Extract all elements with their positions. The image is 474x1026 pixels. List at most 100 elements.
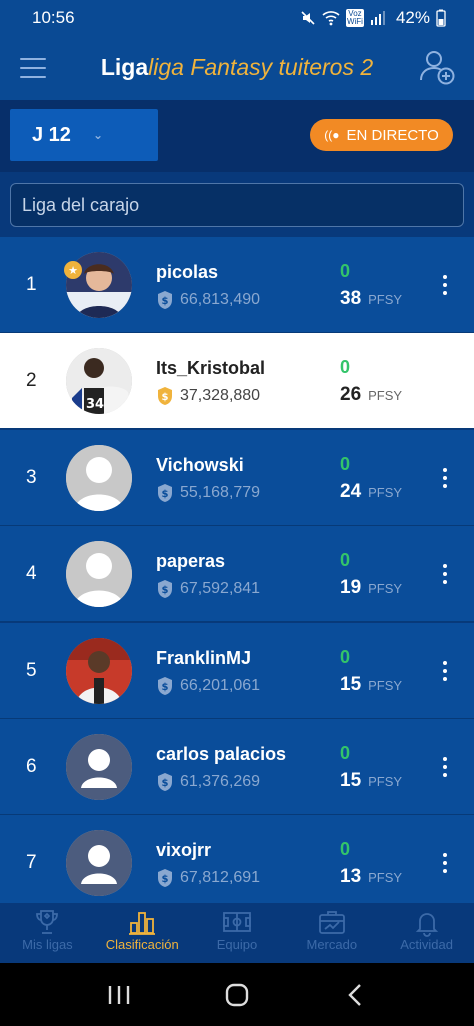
league-search-input[interactable] [10,183,464,227]
user-avatar[interactable] [66,541,132,608]
kebab-dot [443,580,447,585]
rank-number: 3 [26,466,37,488]
user-name: Its_Kristobal [156,358,266,379]
field-icon [222,907,252,937]
live-label: EN DIRECTO [346,126,439,144]
signal-icon [370,11,385,25]
app-header: Ligaliga Fantasy tuiteros 2 [0,36,474,100]
live-broadcast-icon: ((● [324,128,340,142]
status-time: 10:56 [32,8,75,27]
user-name: picolas [156,262,219,282]
round-points: 0 [340,839,351,860]
more-options-button[interactable] [440,463,450,493]
more-options-button[interactable] [440,559,450,589]
battery-icon [436,9,446,27]
league-name: liga Fantasy tuiteros 2 [148,54,374,80]
kebab-dot [443,275,447,279]
user-avatar[interactable]: 34 [66,348,132,415]
round-points: 0 [340,453,351,474]
money-shield-icon: $ [158,772,172,791]
chevron-down-icon: ⌄ [92,128,103,142]
team-value-amount: 61,376,269 [180,772,261,790]
nav-label: Mercado [306,937,358,952]
user-name: vixojrr [156,840,212,861]
status-bar: 10:56 Voz WiFi 42% [0,0,474,36]
team-value-amount: 67,812,691 [180,869,261,887]
android-nav-bar [0,963,474,1026]
more-options-button[interactable] [440,270,450,300]
team-value: $ 67,592,841 [156,579,260,599]
user-avatar[interactable] [66,444,132,511]
kebab-dot [443,756,447,761]
nav-mis-ligas[interactable]: Mis ligas [0,903,95,963]
kebab-dot [443,283,447,287]
standings-row[interactable]: 4 paperas $ 67,592,841 0 19 PFSY [0,526,474,623]
team-value-amount: 67,592,841 [180,580,261,598]
team-value: $ 61,376,269 [156,772,260,792]
rank-number: 4 [26,563,37,585]
title-prefix: Liga [100,54,149,80]
nav-label: Clasificación [105,937,179,952]
standings-row[interactable]: 7 vixojrr $ 67,812,691 0 13 PFSY [0,815,474,912]
user-avatar[interactable] [66,733,132,800]
nav-equipo[interactable]: Equipo [190,903,285,963]
standings-row[interactable]: 3 Vichowski $ 55,168,779 0 24 PFSY [0,429,474,526]
live-button[interactable]: ((● EN DIRECTO [310,119,453,151]
svg-text:$: $ [162,489,169,500]
money-shield-icon: $ [158,580,172,599]
standings-row[interactable]: 1 ★ picolas $ 66,813,490 0 38 PFSY [0,237,474,333]
more-options-button[interactable] [440,752,450,782]
kebab-dot [443,483,447,488]
nav-label: Equipo [216,937,258,952]
bar-chart-icon [127,907,157,937]
kebab-dot [443,291,447,295]
round-selector[interactable]: J 12 ⌄ [10,109,158,161]
invite-user-button[interactable] [418,48,456,86]
back-icon [348,983,361,1006]
more-options-button[interactable] [440,848,450,878]
recent-apps-button[interactable] [99,975,139,1015]
team-value: $ 37,328,880 [156,386,260,406]
trophy-icon [32,907,62,937]
home-button[interactable] [217,975,257,1015]
kebab-dot [443,668,447,673]
round-points: 0 [340,550,351,571]
svg-text:$: $ [162,778,169,789]
page-title: Ligaliga Fantasy tuiteros 2 [0,54,474,81]
user-avatar[interactable] [66,830,132,897]
money-shield-icon: $ [158,676,172,695]
team-value-amount: 55,168,779 [180,483,261,501]
total-points: 26 PFSY [340,384,402,406]
nav-actividad[interactable]: Actividad [379,903,474,963]
standings-row[interactable]: 5 FranklinMJ $ 66,201,061 0 15 PFSY [0,622,474,719]
total-points: 13 PFSY [340,866,402,888]
standings-row[interactable]: 6 carlos palacios $ 61,376,269 0 15 PFSY [0,718,474,815]
more-options-button[interactable] [440,656,450,686]
rank-number: 1 [26,274,37,295]
total-points: 38 PFSY [340,288,402,310]
bell-icon [412,907,442,937]
points-unit: PFSY [368,677,403,693]
standings-row[interactable]: 2 34 Its_Kristobal $ 37,328,880 0 26 PFS… [0,333,474,430]
team-value-amount: 37,328,880 [180,387,261,405]
points-unit: PFSY [368,581,403,597]
user-name: carlos palacios [156,743,287,764]
carrier-label: Voz WiFi [345,9,364,27]
points-unit: PFSY [368,484,403,500]
back-button[interactable] [335,975,375,1015]
kebab-dot [443,853,447,858]
nav-clasificación[interactable]: Clasificación [95,903,190,963]
total-points: 15 PFSY [340,674,402,696]
rank-number: 5 [26,659,37,681]
kebab-dot [443,572,447,577]
money-shield-icon: $ [158,869,172,888]
round-points: 0 [340,261,351,281]
user-avatar[interactable] [66,637,132,704]
total-points-value: 26 [340,384,362,406]
points-unit: PFSY [368,870,403,886]
round-points: 0 [340,646,351,667]
total-points: 24 PFSY [340,481,402,503]
total-points-value: 19 [340,577,362,599]
nav-mercado[interactable]: Mercado [284,903,379,963]
team-value-amount: 66,813,490 [180,291,261,308]
